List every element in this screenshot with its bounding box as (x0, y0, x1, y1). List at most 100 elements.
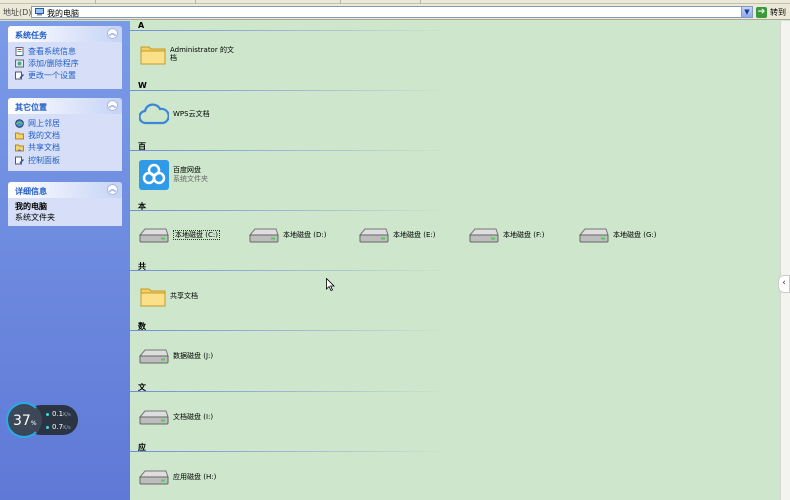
vertical-scrollbar[interactable] (780, 21, 790, 500)
item-baidu-netdisk[interactable]: 百度网盘 系统文件夹 (139, 160, 208, 190)
item-label: Administrator 的文档 (170, 46, 234, 62)
details-title: 详细信息 (15, 187, 47, 196)
item-drive-h[interactable]: 应用磁盘 (H:) (139, 468, 216, 485)
network-icon (15, 118, 24, 128)
memory-percent: 37 (13, 413, 31, 429)
download-icon (46, 425, 49, 429)
place-label: 网上邻居 (28, 118, 60, 128)
folder-icon (140, 46, 166, 65)
download-speed: 0.7K/s (46, 423, 71, 431)
drive-icon (139, 470, 169, 485)
task-add-remove-programs[interactable]: 添加/删除程序 (15, 57, 116, 69)
item-label: 本地磁盘 (G:) (613, 230, 657, 239)
task-label: 更改一个设置 (28, 71, 76, 81)
cloud-icon (139, 103, 169, 125)
drive-icon (139, 349, 169, 364)
other-places-header[interactable]: 其它位置 ︽ (8, 98, 122, 114)
collapse-icon[interactable]: ︽ (107, 28, 118, 39)
memory-usage-gauge: 37% (6, 402, 42, 438)
other-places-title: 其它位置 (15, 103, 47, 112)
group-divider (130, 150, 450, 151)
item-drive-g[interactable]: 本地磁盘 (G:) (579, 226, 656, 243)
address-dropdown-button[interactable]: ▼ (741, 6, 753, 18)
drive-icon (139, 410, 169, 425)
group-divider (130, 451, 450, 452)
drive-icon (359, 228, 389, 243)
item-label: 数据磁盘 (J:) (173, 351, 214, 360)
task-pane: 系统任务 ︽ 查看系统信息 添加/删除程序 更改一个设置 其它位置 ︽ 网上邻居… (0, 21, 130, 500)
drive-icon (469, 228, 499, 243)
item-drive-d[interactable]: 本地磁盘 (D:) (249, 226, 326, 243)
control-setting-icon (15, 71, 24, 80)
task-label: 添加/删除程序 (28, 58, 79, 68)
system-tasks-panel: 系统任务 ︽ 查看系统信息 添加/删除程序 更改一个设置 (8, 26, 122, 89)
add-remove-programs-icon (15, 59, 24, 68)
item-label: 本地磁盘 (E:) (393, 230, 436, 239)
place-network[interactable]: 网上邻居 (15, 117, 116, 129)
mouse-cursor-icon (326, 278, 335, 291)
go-button[interactable]: ➔ 转到 (756, 6, 786, 18)
system-tasks-header[interactable]: 系统任务 ︽ (8, 26, 122, 42)
item-shared-documents[interactable]: 共享文档 (140, 285, 198, 307)
details-type: 系统文件夹 (15, 213, 55, 222)
group-divider (130, 30, 450, 31)
my-documents-icon (15, 132, 24, 140)
go-label: 转到 (770, 7, 786, 17)
item-label: 本地磁盘 (D:) (283, 230, 327, 239)
folder-icon (140, 288, 166, 307)
item-label: 本地磁盘 (C:) (173, 229, 220, 240)
address-label: 地址(D) (3, 8, 32, 17)
place-label: 我的文档 (28, 130, 60, 140)
collapse-icon[interactable]: ︽ (107, 184, 118, 195)
control-panel-icon (15, 156, 24, 165)
task-change-setting[interactable]: 更改一个设置 (15, 70, 116, 82)
item-drive-e[interactable]: 本地磁盘 (E:) (359, 226, 435, 243)
drive-icon (139, 228, 169, 243)
item-label: 应用磁盘 (H:) (173, 472, 217, 481)
item-drive-i[interactable]: 文档磁盘 (I:) (139, 408, 213, 425)
group-divider (130, 391, 450, 392)
item-wps-cloud[interactable]: WPS云文档 (139, 103, 210, 125)
details-panel: 详细信息 ︽ 我的电脑 系统文件夹 (8, 182, 122, 226)
item-label: WPS云文档 (173, 110, 210, 118)
upload-icon (46, 412, 49, 416)
baidu-netdisk-icon (139, 160, 169, 190)
go-arrow-icon: ➔ (756, 6, 767, 18)
chevron-left-icon[interactable]: ‹ (778, 275, 790, 293)
item-label: 共享文档 (170, 292, 198, 300)
system-info-icon (15, 46, 24, 56)
place-control-panel[interactable]: 控制面板 (15, 154, 116, 166)
address-input[interactable]: 我的电脑 ▼ (31, 6, 753, 18)
item-label: 本地磁盘 (F:) (503, 230, 545, 239)
shared-folder-icon (15, 144, 24, 152)
task-view-system-info[interactable]: 查看系统信息 (15, 45, 116, 57)
group-divider (130, 90, 450, 91)
item-label: 文档磁盘 (I:) (173, 412, 214, 421)
place-shared-documents[interactable]: 共享文档 (15, 142, 116, 154)
network-speed-widget[interactable]: 37% 0.1K/s 0.7K/s (6, 402, 78, 438)
system-tasks-title: 系统任务 (15, 31, 47, 40)
item-label: 百度网盘 (173, 166, 201, 174)
group-divider (130, 330, 450, 331)
item-drive-j[interactable]: 数据磁盘 (J:) (139, 347, 213, 364)
address-bar: 地址(D) 我的电脑 ▼ ➔ 转到 (0, 4, 790, 20)
collapse-icon[interactable]: ︽ (107, 100, 118, 111)
group-divider (130, 270, 450, 271)
group-divider (130, 210, 450, 211)
drive-icon (249, 228, 279, 243)
group-header: W (138, 81, 147, 90)
place-label: 控制面板 (28, 155, 60, 165)
other-places-panel: 其它位置 ︽ 网上邻居 我的文档 共享文档 控制面板 (8, 98, 122, 171)
place-my-documents[interactable]: 我的文档 (15, 129, 116, 141)
item-type: 系统文件夹 (173, 175, 208, 183)
file-view: A Administrator 的文档 W WPS云文档 百 百度网盘 系统文件… (130, 21, 780, 500)
item-drive-f[interactable]: 本地磁盘 (F:) (469, 226, 545, 243)
task-label: 查看系统信息 (28, 46, 76, 56)
group-header: A (138, 21, 145, 30)
details-name: 我的电脑 (15, 202, 47, 211)
drive-icon (579, 228, 609, 243)
item-drive-c[interactable]: 本地磁盘 (C:) (139, 226, 220, 243)
details-header[interactable]: 详细信息 ︽ (8, 182, 122, 198)
item-administrator-documents[interactable]: Administrator 的文档 (140, 43, 240, 65)
upload-speed: 0.1K/s (46, 410, 71, 418)
